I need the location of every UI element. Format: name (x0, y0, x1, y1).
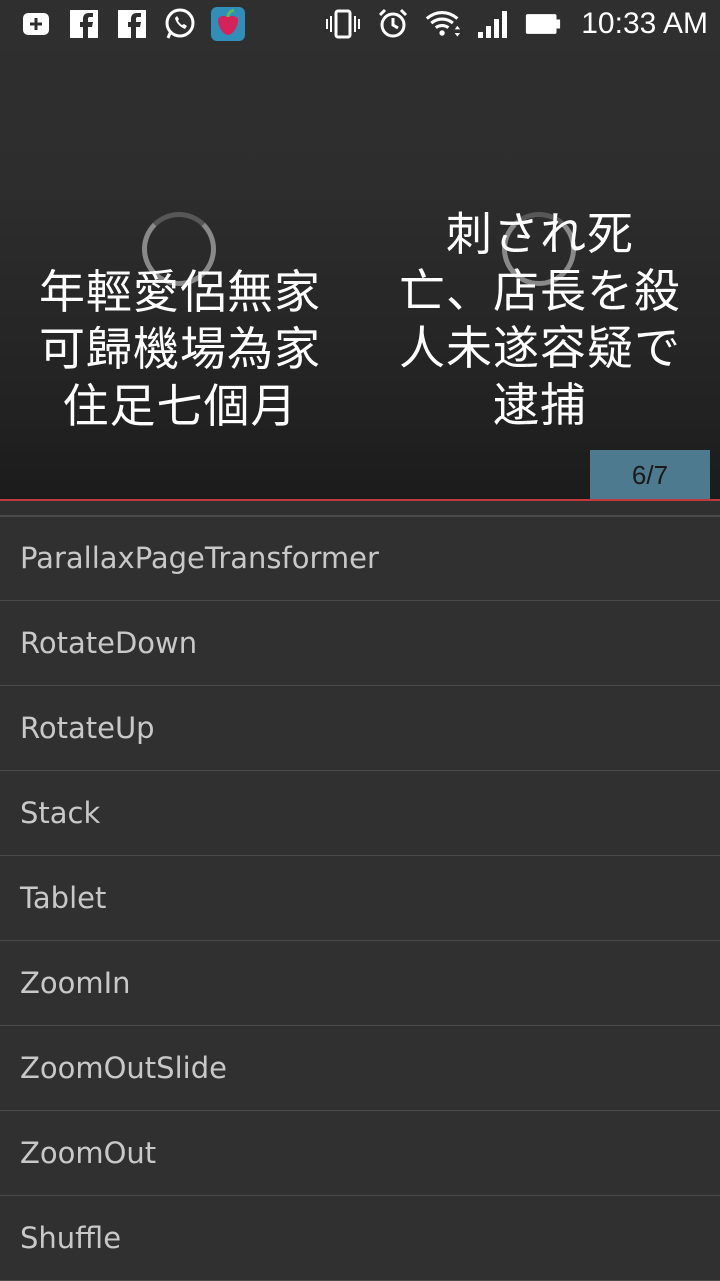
list-item[interactable]: Stack (0, 771, 720, 856)
transformer-list: ParallaxPageTransformer RotateDown Rotat… (0, 516, 720, 1281)
status-bar: 10:33 AM (0, 0, 720, 50)
list-item[interactable]: RotateDown (0, 601, 720, 686)
facebook-icon (114, 6, 150, 42)
pager-page-right[interactable]: 刺され死 亡、店長を殺 人未遂容疑で 逮捕 (360, 200, 720, 490)
list-item[interactable]: RotateUp (0, 686, 720, 771)
pager-page-left[interactable]: 年輕愛侶無家 可歸機場為家 住足七個月 (0, 200, 360, 490)
vibrate-icon (325, 6, 361, 42)
list-item[interactable]: ZoomOutSlide (0, 1026, 720, 1111)
news-headline: 年輕愛侶無家 可歸機場為家 住足七個月 (39, 265, 321, 433)
wifi-icon (425, 6, 461, 42)
app-icon (210, 6, 246, 42)
page-indicator: 6/7 (590, 450, 710, 500)
news-headline: 刺され死 亡、店長を殺 人未遂容疑で 逮捕 (399, 207, 681, 432)
list-item[interactable]: Tablet (0, 856, 720, 941)
battery-icon (525, 6, 561, 42)
list-item[interactable]: ParallaxPageTransformer (0, 516, 720, 601)
image-pager[interactable]: 年輕愛侶無家 可歸機場為家 住足七個月 刺され死 亡、店長を殺 人未遂容疑で 逮… (0, 50, 720, 500)
list-item[interactable]: ZoomIn (0, 941, 720, 1026)
list-item[interactable]: Shuffle (0, 1196, 720, 1281)
accent-divider (0, 499, 720, 501)
list-item[interactable]: ZoomOut (0, 1111, 720, 1196)
add-box-icon (18, 6, 54, 42)
clock: 10:33 AM (581, 7, 708, 40)
whatsapp-icon (162, 6, 198, 42)
facebook-icon (66, 6, 102, 42)
banner-top-area (0, 50, 720, 200)
signal-icon (475, 6, 511, 42)
alarm-icon (375, 6, 411, 42)
